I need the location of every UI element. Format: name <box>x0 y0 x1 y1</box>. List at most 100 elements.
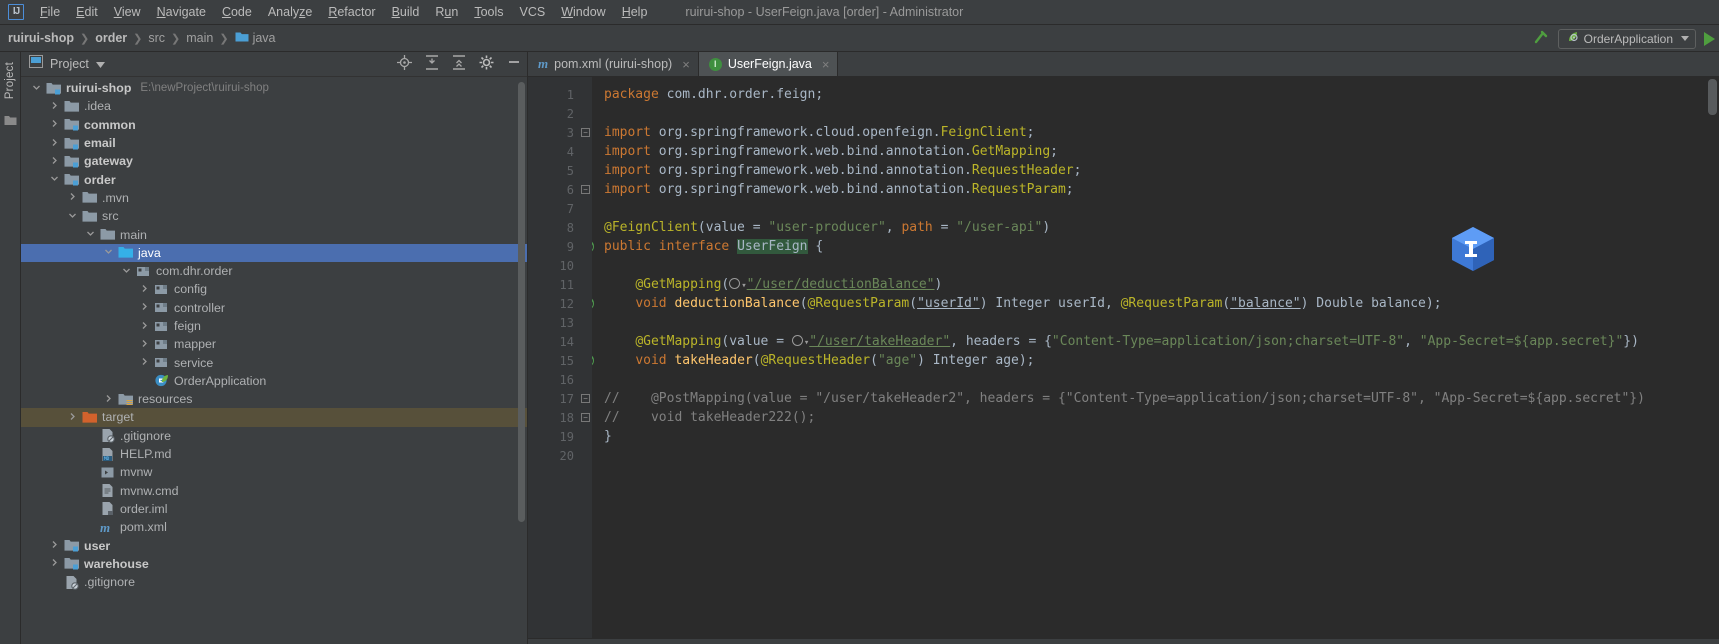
chevron-right-icon[interactable] <box>49 138 60 149</box>
chevron-down-icon[interactable] <box>103 247 114 258</box>
code-line-6[interactable]: import org.springframework.web.bind.anno… <box>592 180 1719 199</box>
tree-node-service[interactable]: service <box>21 353 527 371</box>
line-number[interactable]: 18 <box>528 408 580 427</box>
tree-node--gitignore[interactable]: .gitignore <box>21 427 527 445</box>
tree-node-user[interactable]: user <box>21 536 527 554</box>
code-line-1[interactable]: package com.dhr.order.feign; <box>592 85 1719 104</box>
fold-toggle-icon[interactable]: − <box>581 128 590 137</box>
menu-item-edit[interactable]: Edit <box>68 2 106 22</box>
line-number[interactable]: 15 <box>528 351 594 370</box>
code-line-7[interactable] <box>592 199 1719 218</box>
line-number-gutter[interactable]: 1 2 3 4 5 6 7 8 9 10 11 12 13 14 15 16 17 18 19 20 <box>528 77 594 638</box>
web-reference-icon[interactable] <box>729 278 741 289</box>
menu-item-code[interactable]: Code <box>214 2 260 22</box>
line-number[interactable]: 10 <box>528 256 580 275</box>
tree-node-pom-xml[interactable]: m pom.xml <box>21 518 527 536</box>
tree-node-resources[interactable]: resources <box>21 390 527 408</box>
code-line-18[interactable]: // void takeHeader222(); <box>592 408 1719 427</box>
code-line-9[interactable]: public interface UserFeign { <box>592 237 1719 256</box>
chevron-down-icon[interactable] <box>49 174 60 185</box>
line-number[interactable]: 2 <box>528 104 580 123</box>
code-line-14[interactable]: @GetMapping(value = ▾"/user/takeHeader",… <box>592 332 1719 351</box>
tool-window-tab-project[interactable]: Project <box>2 58 18 103</box>
code-line-5[interactable]: import org.springframework.web.bind.anno… <box>592 161 1719 180</box>
chevron-down-icon[interactable] <box>85 229 96 240</box>
hide-panel-icon[interactable] <box>507 55 521 74</box>
code-editor[interactable]: 1 2 3 4 5 6 7 8 9 10 11 12 13 14 15 16 17 18 19 20 − − − − pac… <box>528 77 1719 638</box>
tree-node-controller[interactable]: controller <box>21 299 527 317</box>
chevron-down-icon[interactable] <box>31 83 42 94</box>
tree-node-order[interactable]: order <box>21 170 527 188</box>
menu-item-file[interactable]: File <box>32 2 68 22</box>
line-number[interactable]: 7 <box>528 199 580 218</box>
close-icon[interactable]: × <box>822 57 830 72</box>
editor-scrollbar-thumb[interactable] <box>1708 79 1717 115</box>
tree-node-java[interactable]: java <box>21 243 527 262</box>
code-line-16[interactable] <box>592 370 1719 389</box>
menu-item-view[interactable]: View <box>106 2 149 22</box>
code-line-10[interactable] <box>592 256 1719 275</box>
fold-toggle-icon[interactable]: − <box>581 185 590 194</box>
fold-toggle-icon[interactable]: − <box>581 413 590 422</box>
tree-node-src[interactable]: src <box>21 207 527 225</box>
code-line-17[interactable]: // @PostMapping(value = "/user/takeHeade… <box>592 389 1719 408</box>
line-number[interactable]: 6 <box>528 180 580 199</box>
code-line-8[interactable]: @FeignClient(value = "user-producer", pa… <box>592 218 1719 237</box>
chevron-right-icon[interactable] <box>139 321 150 332</box>
tree-node--mvn[interactable]: .mvn <box>21 189 527 207</box>
tree-node-mvnw-cmd[interactable]: mvnw.cmd <box>21 482 527 500</box>
chevron-right-icon[interactable] <box>139 302 150 313</box>
line-number[interactable]: 14 <box>528 332 580 351</box>
editor-tab-pom-xml[interactable]: m pom.xml (ruirui-shop) × <box>528 52 699 76</box>
tree-node-help-md[interactable]: MD HELP.md <box>21 445 527 463</box>
line-number[interactable]: 20 <box>528 446 580 465</box>
menu-item-help[interactable]: Help <box>614 2 656 22</box>
tree-node-config[interactable]: config <box>21 280 527 298</box>
breadcrumb-src[interactable]: src <box>148 31 165 45</box>
menu-item-tools[interactable]: Tools <box>466 2 511 22</box>
breadcrumb-order[interactable]: order <box>95 31 127 45</box>
tree-node-feign[interactable]: feign <box>21 317 527 335</box>
tree-node-mapper[interactable]: mapper <box>21 335 527 353</box>
folder-icon[interactable] <box>4 113 17 131</box>
hammer-icon[interactable] <box>1533 28 1550 50</box>
menu-item-analyze[interactable]: Analyze <box>260 2 320 22</box>
breadcrumb-ruirui-shop[interactable]: ruirui-shop <box>8 31 74 45</box>
line-number[interactable]: 5 <box>528 161 580 180</box>
chevron-down-icon[interactable] <box>121 266 132 277</box>
breadcrumb-java[interactable]: java <box>235 31 276 46</box>
chevron-right-icon[interactable] <box>49 540 60 551</box>
editor-scrollbar-track[interactable] <box>1706 77 1719 638</box>
run-play-icon[interactable] <box>1704 31 1715 46</box>
tree-node-mvnw[interactable]: mvnw <box>21 463 527 481</box>
close-icon[interactable]: × <box>682 57 690 72</box>
code-line-2[interactable] <box>592 104 1719 123</box>
chevron-right-icon[interactable] <box>139 339 150 350</box>
tree-node-order-iml[interactable]: order.iml <box>21 500 527 518</box>
settings-gear-icon[interactable] <box>479 55 494 75</box>
line-number[interactable]: 4 <box>528 142 580 161</box>
line-number[interactable]: 3 <box>528 123 580 142</box>
menu-item-run[interactable]: Run <box>427 2 466 22</box>
line-number[interactable]: 12 <box>528 294 594 313</box>
tree-node-orderapplication[interactable]: OrderApplication <box>21 372 527 390</box>
run-configuration-selector[interactable]: OrderApplication <box>1557 28 1696 49</box>
menu-item-refactor[interactable]: Refactor <box>320 2 383 22</box>
locate-icon[interactable] <box>397 54 412 75</box>
line-number[interactable]: 13 <box>528 313 580 332</box>
tree-node-email[interactable]: email <box>21 134 527 152</box>
code-line-4[interactable]: import org.springframework.web.bind.anno… <box>592 142 1719 161</box>
tree-node-main[interactable]: main <box>21 225 527 243</box>
collapse-all-icon[interactable] <box>452 54 466 75</box>
tree-node--idea[interactable]: .idea <box>21 97 527 115</box>
line-number[interactable]: 11 <box>528 275 580 294</box>
chevron-right-icon[interactable] <box>49 558 60 569</box>
tree-node-target[interactable]: target <box>21 408 527 427</box>
editor-tab-userfeign-java[interactable]: I UserFeign.java × <box>698 52 839 76</box>
chevron-right-icon[interactable] <box>49 156 60 167</box>
project-panel-scrollbar[interactable] <box>518 82 525 522</box>
expand-all-icon[interactable] <box>425 54 439 75</box>
code-line-15[interactable]: void takeHeader(@RequestHeader("age") In… <box>592 351 1719 370</box>
code-line-3[interactable]: import org.springframework.cloud.openfei… <box>592 123 1719 142</box>
code-line-13[interactable] <box>592 313 1719 332</box>
